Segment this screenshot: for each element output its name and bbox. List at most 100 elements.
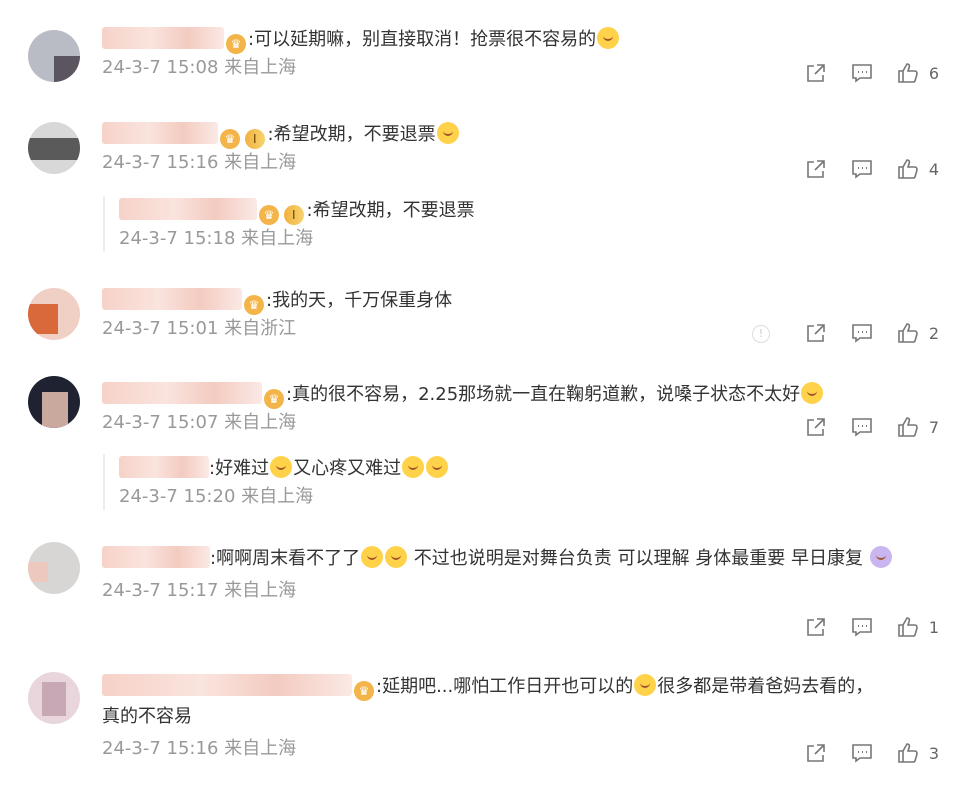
share-button[interactable] xyxy=(805,158,827,180)
reply-text: 又心疼又难过 xyxy=(293,458,402,479)
like-button[interactable]: 3 xyxy=(897,742,939,764)
comment-text: :啊啊周末看不了了 xyxy=(210,548,361,569)
reply-text: :好难过 xyxy=(209,458,270,479)
like-button[interactable]: 2 xyxy=(897,322,939,344)
like-button[interactable]: 6 xyxy=(897,62,939,84)
share-icon xyxy=(807,160,825,178)
avatar[interactable] xyxy=(28,288,80,340)
comment-actions: 2 xyxy=(805,322,939,344)
comment-text: :延期吧...哪怕工作日开也可以的 xyxy=(376,676,634,697)
comment-text-line: ♛:可以延期嘛，别直接取消！抢票很不容易的 xyxy=(102,25,939,55)
avatar[interactable] xyxy=(28,542,80,594)
comment-actions: 4 xyxy=(805,158,939,180)
share-icon xyxy=(807,744,825,762)
username[interactable] xyxy=(102,27,224,49)
comment-text: :我的天，千万保重身体 xyxy=(266,290,453,311)
comment-actions: 7 xyxy=(805,416,939,438)
comment-location: 来自上海 xyxy=(224,738,297,759)
comment-text-line: ♛:我的天，千万保重身体 xyxy=(102,286,939,316)
comment-text: :真的很不容易，2.25那场就一直在鞠躬道歉，说嗓子状态不太好 xyxy=(286,384,801,405)
share-button[interactable] xyxy=(805,322,827,344)
reply-item: ♛ I:希望改期，不要退票 24-3-7 15:18 来自上海 xyxy=(103,196,475,252)
emoji-icon xyxy=(402,456,425,478)
share-button[interactable] xyxy=(805,616,827,638)
comment-meta: 24-3-7 15:17 来自上海 xyxy=(102,578,939,604)
avatar[interactable] xyxy=(28,30,80,82)
reply-meta: 24-3-7 15:20 来自上海 xyxy=(119,484,449,510)
reply-location: 来自上海 xyxy=(241,486,314,507)
reply-location: 来自上海 xyxy=(241,228,314,249)
username[interactable] xyxy=(102,288,242,310)
comment-actions: 1 xyxy=(805,616,939,638)
reply-button[interactable] xyxy=(851,62,873,84)
comment-text: :可以延期嘛，别直接取消！抢票很不容易的 xyxy=(248,29,597,50)
reply-time: 24-3-7 15:18 xyxy=(119,228,236,249)
username[interactable] xyxy=(102,122,218,144)
emoji-icon xyxy=(426,456,449,478)
crown-icon: ♛ xyxy=(259,205,279,225)
share-icon xyxy=(807,618,825,636)
comment-item: ♛:延期吧...哪怕工作日开也可以的 很多都是带着爸妈去看的， 真的不容易 24-… xyxy=(0,662,969,782)
like-button[interactable]: 7 xyxy=(897,416,939,438)
comment-icon xyxy=(852,64,872,83)
share-button[interactable] xyxy=(805,62,827,84)
comment-icon xyxy=(852,618,872,637)
comment-time: 24-3-7 15:01 xyxy=(102,318,219,339)
comment-item: ♛ I:希望改期，不要退票 24-3-7 15:16 来自上海 4 ♛ I:希望改期… xyxy=(0,112,969,272)
like-count: 1 xyxy=(928,617,939,637)
reply-text-line: :好难过 又心疼又难过 xyxy=(119,454,449,484)
comment-location: 来自上海 xyxy=(224,580,297,601)
thumbs-up-icon xyxy=(898,159,918,179)
share-icon xyxy=(807,418,825,436)
reply-button[interactable] xyxy=(851,322,873,344)
crown-icon: ♛ xyxy=(244,295,264,315)
username[interactable] xyxy=(102,382,262,404)
thumbs-up-icon xyxy=(898,323,918,343)
reply-button[interactable] xyxy=(851,742,873,764)
share-button[interactable] xyxy=(805,416,827,438)
username[interactable] xyxy=(119,456,209,478)
comment-text-line: ♛:真的很不容易，2.25那场就一直在鞠躬道歉，说嗓子状态不太好 xyxy=(102,380,939,410)
like-count: 4 xyxy=(928,159,939,179)
like-button[interactable]: 1 xyxy=(897,616,939,638)
emoji-icon xyxy=(436,122,459,144)
crown-icon: ♛ xyxy=(226,34,246,54)
like-count: 2 xyxy=(928,323,939,343)
reply-text-line: ♛ I:希望改期，不要退票 xyxy=(119,196,475,226)
reply-button[interactable] xyxy=(851,616,873,638)
info-icon[interactable]: ! xyxy=(752,325,770,343)
comment-icon xyxy=(852,160,872,179)
reply-button[interactable] xyxy=(851,416,873,438)
member-badge: I xyxy=(284,205,304,225)
comment-item: :啊啊周末看不了了 不过也说明是对舞台负责 可以理解 身体最重要 早日康复 24… xyxy=(0,532,969,652)
share-button[interactable] xyxy=(805,742,827,764)
username[interactable] xyxy=(102,674,352,696)
avatar[interactable] xyxy=(28,376,80,428)
like-count: 3 xyxy=(928,743,939,763)
thumbs-up-icon xyxy=(898,417,918,437)
comment-text: :希望改期，不要退票 xyxy=(267,124,436,145)
comment-icon xyxy=(852,418,872,437)
member-badge: I xyxy=(245,129,265,149)
comment-text: 真的不容易 xyxy=(102,706,192,727)
comment-icon xyxy=(852,744,872,763)
comment-time: 24-3-7 15:16 xyxy=(102,738,219,759)
avatar[interactable] xyxy=(28,672,80,724)
emoji-icon xyxy=(634,674,657,696)
emoji-icon xyxy=(869,546,892,568)
emoji-icon xyxy=(385,546,408,568)
username[interactable] xyxy=(102,546,210,568)
reply-button[interactable] xyxy=(851,158,873,180)
comment-time: 24-3-7 15:16 xyxy=(102,152,219,173)
reply-item: :好难过 又心疼又难过 24-3-7 15:20 来自上海 xyxy=(103,454,449,510)
avatar[interactable] xyxy=(28,122,80,174)
username[interactable] xyxy=(119,198,257,220)
share-icon xyxy=(807,324,825,342)
like-button[interactable]: 4 xyxy=(897,158,939,180)
comment-text: 不过也说明是对舞台负责 可以理解 身体最重要 早日康复 xyxy=(408,548,863,569)
reply-text: :希望改期，不要退票 xyxy=(306,200,475,221)
reply-time: 24-3-7 15:20 xyxy=(119,486,236,507)
emoji-icon xyxy=(270,456,293,478)
comment-location: 来自上海 xyxy=(224,152,297,173)
comment-time: 24-3-7 15:17 xyxy=(102,580,219,601)
